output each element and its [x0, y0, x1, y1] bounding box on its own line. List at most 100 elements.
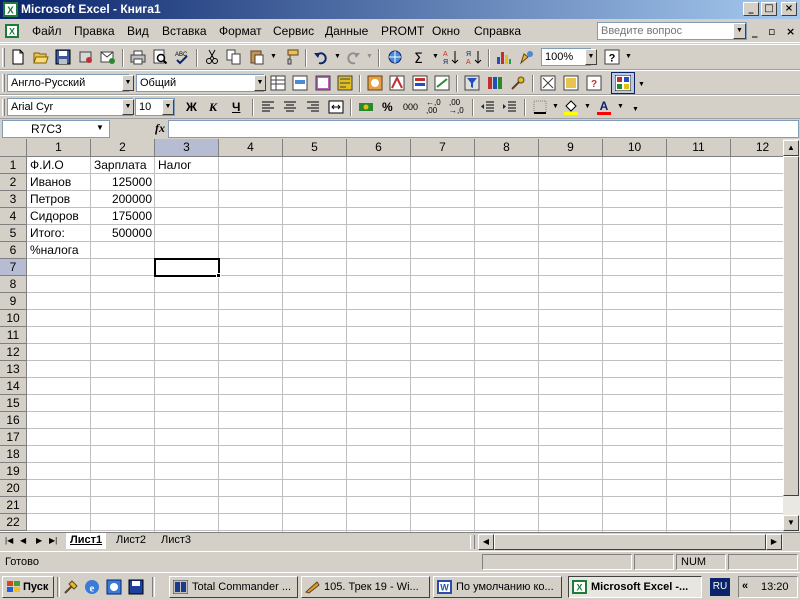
- column-header[interactable]: 6: [347, 139, 411, 157]
- formula-input[interactable]: [168, 120, 799, 138]
- percent-style-icon[interactable]: %: [382, 100, 393, 114]
- tools-icon[interactable]: [510, 75, 526, 91]
- first-sheet-arrow-icon[interactable]: |◀: [5, 536, 13, 545]
- font-color-icon[interactable]: A: [596, 99, 612, 115]
- cut-icon[interactable]: [204, 49, 220, 65]
- horizontal-scroll-thumb[interactable]: [494, 534, 766, 550]
- scroll-up-arrow-icon[interactable]: ▲: [783, 140, 799, 156]
- subject-combo[interactable]: Общий: [136, 74, 264, 92]
- permission-icon[interactable]: [78, 49, 94, 65]
- select-all-corner[interactable]: [0, 139, 27, 157]
- maximize-button[interactable]: □: [761, 2, 777, 16]
- align-left-icon[interactable]: [260, 99, 276, 115]
- borders-dropdown-arrow-icon[interactable]: ▼: [552, 103, 559, 110]
- row-header[interactable]: 6: [0, 242, 27, 259]
- fill-color-icon[interactable]: [563, 99, 579, 115]
- active-cell-border[interactable]: [154, 258, 220, 277]
- name-box-dropdown-arrow-icon[interactable]: ▼: [96, 123, 104, 132]
- scroll-left-arrow-icon[interactable]: ◀: [478, 534, 494, 550]
- print-icon[interactable]: [130, 49, 146, 65]
- new-icon[interactable]: [10, 49, 26, 65]
- column-header[interactable]: 10: [603, 139, 667, 157]
- promt-image-icon[interactable]: [563, 75, 579, 91]
- user-dictionary-icon[interactable]: [389, 75, 405, 91]
- prev-sheet-arrow-icon[interactable]: ◀: [20, 536, 26, 545]
- paste-icon[interactable]: [249, 49, 265, 65]
- bold-button[interactable]: Ж: [186, 100, 197, 114]
- filter-icon[interactable]: [464, 75, 480, 91]
- column-header[interactable]: 3: [155, 139, 219, 157]
- cell[interactable]: 200000: [91, 191, 154, 208]
- cell[interactable]: 175000: [91, 208, 154, 225]
- save-disk-icon[interactable]: [128, 579, 144, 595]
- row-header[interactable]: 1: [0, 157, 27, 174]
- underline-button[interactable]: Ч: [232, 100, 240, 114]
- menu-tools[interactable]: Сервис: [273, 24, 314, 38]
- row-header[interactable]: 2: [0, 174, 27, 191]
- close-button[interactable]: ×: [781, 2, 797, 16]
- scroll-right-arrow-icon[interactable]: ▶: [766, 534, 782, 550]
- clock[interactable]: 13:20: [761, 581, 789, 593]
- task-winamp[interactable]: 105. Трек 19 - Wi...: [301, 576, 430, 598]
- cell[interactable]: Итого:: [27, 225, 91, 242]
- column-header[interactable]: 5: [283, 139, 347, 157]
- toolbar-options-arrow-icon[interactable]: ▼: [625, 53, 632, 60]
- row-header[interactable]: 16: [0, 412, 27, 429]
- redo-icon[interactable]: [345, 49, 361, 65]
- toolbar-options-arrow-icon[interactable]: ▼: [638, 81, 645, 88]
- row-header[interactable]: 7: [0, 259, 27, 276]
- cell[interactable]: Сидоров: [27, 208, 91, 225]
- column-header[interactable]: 9: [539, 139, 603, 157]
- menu-help[interactable]: Справка: [474, 24, 521, 38]
- outlook-express-icon[interactable]: [106, 579, 122, 595]
- task-total-commander[interactable]: Total Commander ...: [169, 576, 298, 598]
- tab-split-handle[interactable]: [470, 535, 475, 549]
- row-header[interactable]: 14: [0, 378, 27, 395]
- toolbar-grip[interactable]: [2, 99, 5, 116]
- autosum-icon[interactable]: Σ: [411, 49, 427, 65]
- translate-selection-icon[interactable]: [292, 75, 308, 91]
- promt-active-button[interactable]: [611, 72, 635, 94]
- drawing-icon[interactable]: [519, 49, 535, 65]
- subject-dropdown-arrow-icon[interactable]: ▼: [254, 75, 266, 91]
- increase-decimal-icon[interactable]: ←,0,00: [426, 99, 441, 115]
- row-header[interactable]: 10: [0, 310, 27, 327]
- sheet-tab-3[interactable]: Лист3: [157, 533, 195, 549]
- translate-workbook-icon[interactable]: [315, 75, 331, 91]
- cell[interactable]: %налога: [27, 242, 91, 259]
- phrasebook-icon[interactable]: [487, 75, 503, 91]
- last-sheet-arrow-icon[interactable]: ▶|: [49, 536, 57, 545]
- translate-comments-icon[interactable]: [337, 75, 353, 91]
- column-header[interactable]: 8: [475, 139, 539, 157]
- doc-restore-button[interactable]: ▫: [768, 25, 775, 38]
- cell[interactable]: Зарплата: [91, 157, 155, 174]
- dictionary-icon[interactable]: [367, 75, 383, 91]
- font-color-dropdown-arrow-icon[interactable]: ▼: [617, 103, 624, 110]
- menu-window[interactable]: Окно: [432, 24, 460, 38]
- cell[interactable]: 500000: [91, 225, 154, 242]
- open-icon[interactable]: [33, 49, 49, 65]
- menu-file[interactable]: Файл: [32, 24, 62, 38]
- align-right-icon[interactable]: [305, 99, 321, 115]
- workbook-icon[interactable]: X: [4, 23, 20, 39]
- row-header[interactable]: 22: [0, 514, 27, 531]
- minimize-button[interactable]: _: [743, 2, 759, 16]
- paste-dropdown-arrow-icon[interactable]: ▼: [270, 53, 277, 60]
- row-header[interactable]: 18: [0, 446, 27, 463]
- fill-handle[interactable]: [216, 273, 221, 278]
- doc-close-button[interactable]: ×: [786, 25, 795, 38]
- language-indicator[interactable]: RU: [710, 578, 730, 596]
- undo-dropdown-arrow-icon[interactable]: ▼: [334, 53, 341, 60]
- row-header[interactable]: 19: [0, 463, 27, 480]
- doc-minimize-button[interactable]: _: [752, 25, 758, 38]
- row-header[interactable]: 21: [0, 497, 27, 514]
- row-header[interactable]: 20: [0, 480, 27, 497]
- align-center-icon[interactable]: [282, 99, 298, 115]
- sheet-tab-1[interactable]: Лист1: [66, 533, 107, 549]
- help-dropdown-arrow-icon[interactable]: ▼: [733, 23, 746, 39]
- copy-icon[interactable]: [226, 49, 242, 65]
- comma-style-icon[interactable]: 000: [403, 102, 418, 112]
- menu-format[interactable]: Формат: [219, 24, 262, 38]
- hyperlink-icon[interactable]: [387, 49, 403, 65]
- toolbar-grip[interactable]: [2, 48, 5, 67]
